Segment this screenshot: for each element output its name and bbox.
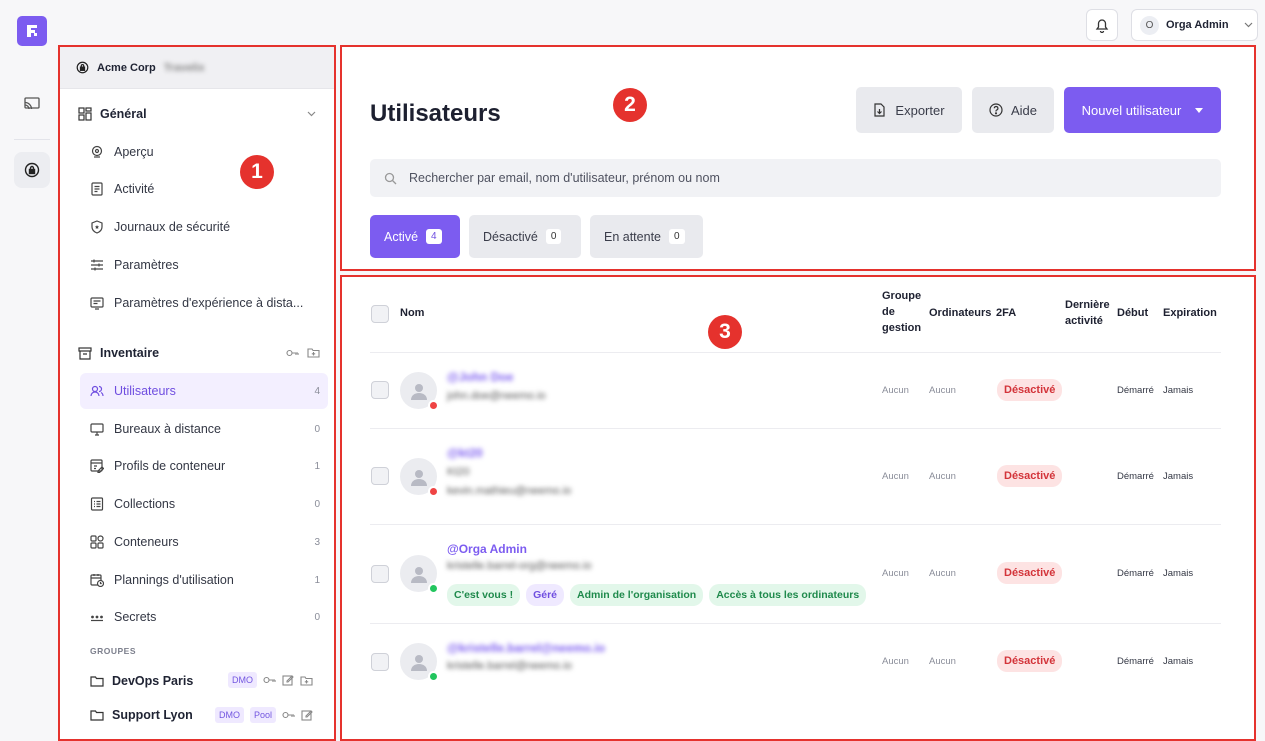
- callout-3: 3: [708, 315, 742, 349]
- callout-1: 1: [240, 155, 274, 189]
- notifications-bell-icon[interactable]: [1086, 9, 1118, 41]
- app-rail: [0, 0, 62, 741]
- account-name: Orga Admin: [1166, 19, 1229, 31]
- annotation-box-3: [340, 275, 1256, 741]
- callout-2: 2: [613, 88, 647, 122]
- org-lock-icon[interactable]: [14, 152, 50, 188]
- chevron-down-icon: [1244, 22, 1252, 28]
- cast-icon[interactable]: [14, 86, 50, 122]
- annotation-box-2: [340, 45, 1256, 271]
- rail-divider: [14, 139, 50, 140]
- account-menu[interactable]: O Orga Admin: [1131, 9, 1258, 41]
- account-avatar: O: [1140, 15, 1159, 35]
- app-logo[interactable]: [17, 16, 47, 46]
- annotation-box-1: [58, 45, 336, 741]
